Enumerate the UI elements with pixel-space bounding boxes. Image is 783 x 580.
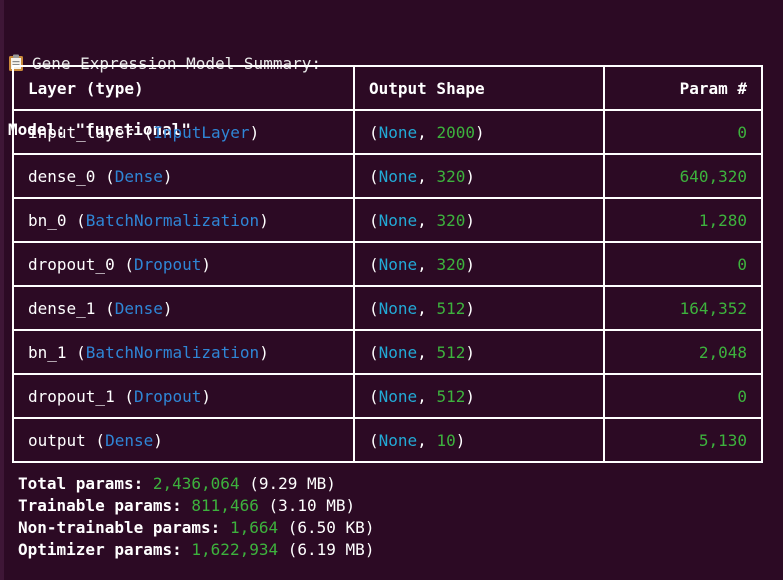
layer-cell: output (Dense) — [14, 419, 355, 461]
column-header-layer: Layer (type) — [14, 67, 355, 111]
table-row: dropout_0 (Dropout) (None, 320) 0 — [14, 243, 761, 287]
param-count: 164,352 — [605, 287, 761, 331]
total-size: (6.50 KB) — [287, 518, 375, 537]
shape-batch: None — [378, 254, 418, 274]
total-line: Total params: 2,436,064 (9.29 MB) — [18, 473, 374, 495]
total-line: Trainable params: 811,466 (3.10 MB) — [18, 495, 374, 517]
total-value: 2,436,064 — [152, 474, 240, 493]
layer-cell: dropout_0 (Dropout) — [14, 243, 355, 287]
layer-cell: dropout_1 (Dropout) — [14, 375, 355, 419]
shape-batch: None — [378, 166, 418, 186]
param-count: 640,320 — [605, 155, 761, 199]
column-header-params: Param # — [605, 67, 761, 111]
table-row: input_layer (InputLayer) (None, 2000) 0 — [14, 111, 761, 155]
param-count: 0 — [605, 375, 761, 419]
param-count: 1,280 — [605, 199, 761, 243]
table-header-row: Layer (type) Output Shape Param # — [14, 67, 761, 111]
total-label: Total params: — [18, 474, 144, 493]
layer-type: Dense — [114, 298, 163, 318]
layer-type: Dropout — [133, 386, 202, 406]
shape-dim: 512 — [436, 298, 466, 318]
shape-dim: 320 — [436, 210, 466, 230]
total-label: Optimizer params: — [18, 540, 182, 559]
layer-cell: bn_1 (BatchNormalization) — [14, 331, 355, 375]
total-value: 1,622,934 — [191, 540, 279, 559]
param-count: 0 — [605, 243, 761, 287]
total-value: 811,466 — [191, 496, 259, 515]
layer-name: dropout_1 — [28, 386, 115, 406]
shape-batch: None — [378, 122, 418, 142]
shape-dim: 10 — [436, 430, 456, 450]
table-body: input_layer (InputLayer) (None, 2000) 0 den… — [14, 111, 761, 461]
param-count: 2,048 — [605, 331, 761, 375]
table-row: dense_0 (Dense) (None, 320) 640,320 — [14, 155, 761, 199]
layer-name: bn_1 — [28, 342, 67, 362]
shape-dim: 320 — [436, 166, 466, 186]
shape-batch: None — [378, 430, 418, 450]
layer-summary-table: Layer (type) Output Shape Param # input_… — [12, 65, 763, 463]
layer-type: Dropout — [133, 254, 202, 274]
total-label: Non-trainable params: — [18, 518, 221, 537]
param-totals: Total params: 2,436,064 (9.29 MB) Trainab… — [18, 473, 374, 561]
layer-type: InputLayer — [153, 122, 250, 142]
total-line: Non-trainable params: 1,664 (6.50 KB) — [18, 517, 374, 539]
shape-cell: (None, 320) — [355, 243, 605, 287]
shape-cell: (None, 320) — [355, 199, 605, 243]
layer-cell: dense_0 (Dense) — [14, 155, 355, 199]
layer-type: Dense — [114, 166, 163, 186]
shape-dim: 2000 — [436, 122, 475, 142]
layer-name: dense_0 — [28, 166, 96, 186]
layer-name: dropout_0 — [28, 254, 115, 274]
total-label: Trainable params: — [18, 496, 182, 515]
table-row: dense_1 (Dense) (None, 512) 164,352 — [14, 287, 761, 331]
shape-dim: 512 — [436, 386, 466, 406]
total-size: (3.10 MB) — [268, 496, 356, 515]
layer-name: output — [28, 430, 86, 450]
layer-cell: input_layer (InputLayer) — [14, 111, 355, 155]
layer-name: dense_1 — [28, 298, 96, 318]
column-header-shape: Output Shape — [355, 67, 605, 111]
table-row: output (Dense) (None, 10) 5,130 — [14, 419, 761, 461]
shape-batch: None — [378, 342, 418, 362]
total-size: (9.29 MB) — [249, 474, 336, 493]
layer-name: input_layer — [28, 122, 134, 142]
shape-cell: (None, 512) — [355, 331, 605, 375]
layer-type: Dense — [105, 430, 154, 450]
shape-cell: (None, 512) — [355, 375, 605, 419]
window-left-edge — [0, 0, 4, 580]
param-count: 0 — [605, 111, 761, 155]
shape-cell: (None, 2000) — [355, 111, 605, 155]
shape-batch: None — [378, 386, 418, 406]
layer-name: bn_0 — [28, 210, 67, 230]
shape-dim: 320 — [436, 254, 466, 274]
shape-cell: (None, 320) — [355, 155, 605, 199]
shape-batch: None — [378, 210, 418, 230]
shape-batch: None — [378, 298, 418, 318]
layer-type: BatchNormalization — [85, 342, 260, 362]
layer-cell: dense_1 (Dense) — [14, 287, 355, 331]
table-row: bn_1 (BatchNormalization) (None, 512) 2,04… — [14, 331, 761, 375]
shape-dim: 512 — [436, 342, 466, 362]
layer-cell: bn_0 (BatchNormalization) — [14, 199, 355, 243]
total-size: (6.19 MB) — [287, 540, 375, 559]
shape-cell: (None, 512) — [355, 287, 605, 331]
layer-type: BatchNormalization — [85, 210, 260, 230]
table-row: dropout_1 (Dropout) (None, 512) 0 — [14, 375, 761, 419]
param-count: 5,130 — [698, 430, 747, 450]
total-line: Optimizer params: 1,622,934 (6.19 MB) — [18, 539, 374, 561]
shape-cell: (None, 10) — [355, 419, 605, 461]
total-value: 1,664 — [229, 518, 279, 537]
table-row: bn_0 (BatchNormalization) (None, 320) 1,28… — [14, 199, 761, 243]
